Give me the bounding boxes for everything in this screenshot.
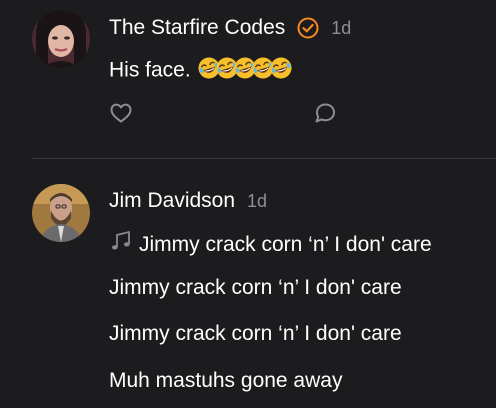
avatar[interactable] xyxy=(32,184,90,242)
post-jim-davidson[interactable]: Jim Davidson 1d Jimmy crack corn ‘n’ I d… xyxy=(0,159,496,408)
post-text-line-1: Jimmy crack corn ‘n’ I don' care xyxy=(109,229,432,259)
verified-badge-icon xyxy=(297,17,319,39)
post-text: His face. xyxy=(109,56,293,86)
post-text-line-2: Jimmy crack corn ‘n’ I don' care xyxy=(109,276,402,299)
avatar[interactable] xyxy=(32,10,90,68)
author-name[interactable]: The Starfire Codes xyxy=(109,16,285,40)
heart-icon[interactable] xyxy=(109,101,133,130)
post-starfire[interactable]: The Starfire Codes 1d His face. xyxy=(0,0,496,158)
post-text-line-3: Jimmy crack corn ‘n’ I don' care xyxy=(109,322,402,345)
post-text-line-4: Muh mastuhs gone away xyxy=(109,369,343,392)
music-notes-icon xyxy=(109,229,133,259)
comment-icon[interactable] xyxy=(313,101,337,130)
author-name[interactable]: Jim Davidson xyxy=(109,189,235,213)
post-time[interactable]: 1d xyxy=(247,191,267,212)
post-text-content: His face. xyxy=(109,58,191,82)
laughing-emoji-icon xyxy=(269,56,293,86)
post-time[interactable]: 1d xyxy=(331,18,351,39)
post-text: Jimmy crack corn ‘n’ I don' care xyxy=(139,233,432,256)
laughing-emoji-row xyxy=(197,56,293,86)
